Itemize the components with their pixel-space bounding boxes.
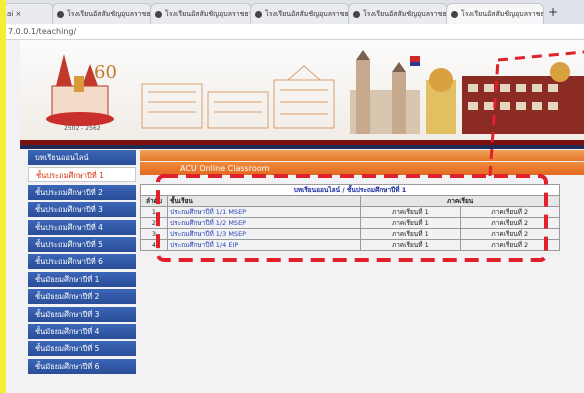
sidebar-item-label: ชั้นมัธยมศึกษาปีที่ 5 [35,344,100,354]
column-header-order: ลำดับ [140,195,168,207]
semester-2-link[interactable]: ภาคเรียนที่ 2 [459,239,561,251]
sidebar-item-label: ชั้นมัธยมศึกษาปีที่ 6 [35,361,100,371]
sidebar-item-m1[interactable]: ชั้นมัธยมศึกษาปีที่ 1 [28,271,136,287]
globe-icon [57,10,64,18]
browser-tab[interactable]: โรงเรียนอัสสัมชัญอุบลราชธานี × [348,3,448,24]
section-title: ACU Online Classroom [140,162,584,175]
sidebar-item-label: ชั้นมัธยมศึกษาปีที่ 1 [35,274,100,284]
browser-tab[interactable]: ai × [6,3,54,24]
semester-1-link[interactable]: ภาคเรียนที่ 1 [360,217,461,229]
row-number: 3 [140,228,168,240]
table-row: 2 ประถมศึกษาปีที่ 1/2 MSEP ภาคเรียนที่ 1… [140,217,561,229]
row-number: 4 [140,239,168,251]
sidebar-item-m5[interactable]: ชั้นมัธยมศึกษาปีที่ 5 [28,341,136,357]
content-header-bar [140,150,584,161]
sidebar-item-m3[interactable]: ชั้นมัธยมศึกษาปีที่ 3 [28,306,136,322]
browser-tab[interactable]: โรงเรียนอัสสัมชัญอุบลราชธานี × [250,3,350,24]
semester-1-link[interactable]: ภาคเรียนที่ 1 [360,206,461,218]
tab-title: โรงเรียนอัสสัมชัญอุบลราชธานี [461,9,543,18]
new-tab-button[interactable]: + [548,5,558,19]
sidebar-item-label: ชั้นประถมศึกษาปีที่ 6 [35,257,103,267]
semester-2-link[interactable]: ภาคเรียนที่ 2 [459,217,561,229]
course-link[interactable]: ประถมศึกษาปีที่ 1/2 MSEP [166,217,362,229]
sidebar-item-p6[interactable]: ชั้นประถมศึกษาปีที่ 6 [28,254,136,270]
sidebar-item-m4[interactable]: ชั้นมัธยมศึกษาปีที่ 4 [28,323,136,339]
logo-years-text: 2502 - 2562 [64,125,101,132]
sidebar-item-label: ชั้นมัธยมศึกษาปีที่ 3 [35,309,100,319]
course-link[interactable]: ประถมศึกษาปีที่ 1/3 MSEP [166,228,362,240]
course-link[interactable]: ประถมศึกษาปีที่ 1/4 EIP [166,239,362,251]
row-number: 2 [140,217,168,229]
sidebar-menu: บทเรียนออนไลน์ ชั้นประถมศึกษาปีที่ 1 ชั้… [28,150,136,376]
sidebar-item-p1[interactable]: ชั้นประถมศึกษาปีที่ 1 [28,167,136,183]
table-row: 1 ประถมศึกษาปีที่ 1/1 MSEP ภาคเรียนที่ 1… [140,206,561,218]
tab-title: ai × [7,10,22,18]
globe-icon [255,10,262,18]
main-content: ACU Online Classroom บทเรียนออนไลน์ / ชั… [140,150,584,251]
lessons-table: บทเรียนออนไลน์ / ชั้นประถมศึกษาปีที่ 1 ล… [140,184,561,251]
sidebar-item-label: ชั้นมัธยมศึกษาปีที่ 4 [35,326,100,336]
school-logo: 60 2502 - 2562 [46,54,117,132]
sidebar-item-p5[interactable]: ชั้นประถมศึกษาปีที่ 5 [28,236,136,252]
semester-1-link[interactable]: ภาคเรียนที่ 1 [360,228,461,240]
tab-title: โรงเรียนอัสสัมชัญอุบลราชธานี [67,9,152,18]
sidebar-item-label: ชั้นประถมศึกษาปีที่ 4 [35,222,103,232]
browser-tab[interactable]: โรงเรียนอัสสัมชัญอุบลราชธานี × [52,3,152,24]
sidebar-item-p4[interactable]: ชั้นประถมศึกษาปีที่ 4 [28,219,136,235]
banner-divider [20,145,584,149]
sidebar-item-m2[interactable]: ชั้นมัธยมศึกษาปีที่ 2 [28,289,136,305]
sidebar-item-label: บทเรียนออนไลน์ [35,153,89,162]
semester-2-link[interactable]: ภาคเรียนที่ 2 [459,206,561,218]
school-buildings-image [350,50,584,134]
sidebar-item-label: ชั้นประถมศึกษาปีที่ 3 [35,205,103,215]
table-title: บทเรียนออนไลน์ / ชั้นประถมศึกษาปีที่ 1 [140,184,560,196]
tab-title: โรงเรียนอัสสัมชัญอุบลราชธานี [265,9,350,18]
browser-tab-active[interactable]: โรงเรียนอัสสัมชัญอุบลราชธานี × [446,3,544,24]
tab-title: โรงเรียนอัสสัมชัญอุบลราชธานี [363,9,448,18]
semester-2-link[interactable]: ภาคเรียนที่ 2 [459,228,561,240]
sidebar-item-p3[interactable]: ชั้นประถมศึกษาปีที่ 3 [28,202,136,218]
sidebar-item-label: ชั้นประถมศึกษาปีที่ 1 [36,171,104,181]
globe-icon [451,10,458,18]
sidebar-item-label: ชั้นมัธยมศึกษาปีที่ 2 [35,292,100,302]
table-row: 3 ประถมศึกษาปีที่ 1/3 MSEP ภาคเรียนที่ 1… [140,228,561,240]
sidebar-item-label: ชั้นประถมศึกษาปีที่ 5 [35,239,103,249]
sidebar-item-m6[interactable]: ชั้นมัธยมศึกษาปีที่ 6 [28,358,136,374]
semester-1-link[interactable]: ภาคเรียนที่ 1 [360,239,461,251]
course-link[interactable]: ประถมศึกษาปีที่ 1/1 MSEP [166,206,362,218]
tab-title: โรงเรียนอัสสัมชัญอุบลราชธานี [165,9,252,18]
column-header-semester: ภาคเรียน [360,195,560,207]
building-sketch [141,65,335,129]
table-row: 4 ประถมศึกษาปีที่ 1/4 EIP ภาคเรียนที่ 1 … [140,239,561,251]
screen: ai × โรงเรียนอัสสัมชัญอุบลราชธานี × โรงเ… [6,0,584,393]
globe-icon [155,10,162,18]
browser-tab-bar: ai × โรงเรียนอัสสัมชัญอุบลราชธานี × โรงเ… [6,0,584,25]
logo-60-text: 60 [94,62,117,83]
column-header-class: ชั้นเรียน [166,195,362,207]
url-text: 7.0.0.1/teaching/ [8,27,77,36]
address-bar[interactable]: 7.0.0.1/teaching/ [6,24,584,40]
sidebar-item-online-lessons[interactable]: บทเรียนออนไลน์ [28,150,136,165]
sidebar-item-label: ชั้นประถมศึกษาปีที่ 2 [35,187,103,197]
browser-tab[interactable]: โรงเรียนอัสสัมชัญอุบลราชธานี × [150,3,252,24]
row-number: 1 [140,206,168,218]
site-banner: 60 2502 - 2562 [20,40,584,140]
sidebar-item-p2[interactable]: ชั้นประถมศึกษาปีที่ 2 [28,184,136,200]
globe-icon [353,10,360,18]
